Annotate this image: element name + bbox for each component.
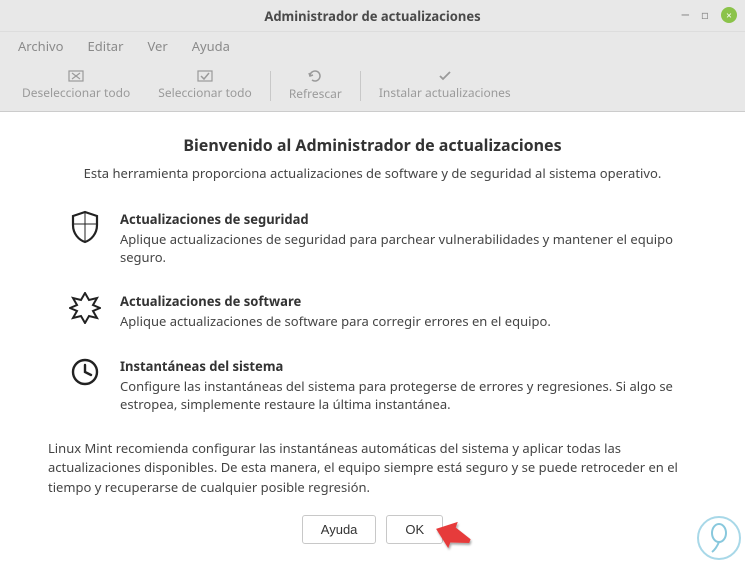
minimize-icon[interactable]: ─ <box>682 6 689 23</box>
help-button[interactable]: Ayuda <box>302 515 377 544</box>
install-updates-button[interactable]: Instalar actualizaciones <box>365 66 525 105</box>
toolbar-separator <box>360 71 361 101</box>
feature-desc: Configure las instantáneas del sistema p… <box>120 377 697 413</box>
feature-software: Actualizaciones de software Aplique actu… <box>48 292 697 330</box>
clock-icon <box>68 357 102 391</box>
dialog-buttons: Ayuda OK <box>48 515 697 544</box>
install-icon <box>437 70 453 82</box>
window-controls: ─ ▫ × <box>682 6 737 23</box>
select-all-button[interactable]: Seleccionar todo <box>144 66 266 105</box>
feature-title: Instantáneas del sistema <box>120 357 697 375</box>
menu-edit[interactable]: Editar <box>78 34 134 58</box>
menu-view[interactable]: Ver <box>137 34 177 58</box>
toolbar-label: Refrescar <box>289 85 342 102</box>
window-title: Administrador de actualizaciones <box>264 7 480 25</box>
feature-title: Actualizaciones de software <box>120 292 697 310</box>
feature-desc: Aplique actualizaciones de seguridad par… <box>120 230 697 266</box>
watermark-logo-icon <box>697 516 741 560</box>
footer-note: Linux Mint recomienda configurar las ins… <box>48 439 697 498</box>
welcome-subtitle: Esta herramienta proporciona actualizaci… <box>48 164 697 182</box>
starburst-icon <box>68 292 102 326</box>
refresh-icon <box>307 69 323 83</box>
refresh-button[interactable]: Refrescar <box>275 65 356 106</box>
ok-button[interactable]: OK <box>386 515 443 544</box>
close-icon[interactable]: × <box>721 7 737 23</box>
welcome-title: Bienvenido al Administrador de actualiza… <box>48 134 697 156</box>
maximize-icon[interactable]: ▫ <box>701 6 709 23</box>
feature-snapshots: Instantáneas del sistema Configure las i… <box>48 357 697 413</box>
deselect-icon <box>68 70 84 82</box>
toolbar: Deseleccionar todo Seleccionar todo Refr… <box>0 60 745 112</box>
select-icon <box>197 70 213 82</box>
toolbar-label: Deseleccionar todo <box>22 84 130 101</box>
menu-file[interactable]: Archivo <box>8 34 74 58</box>
deselect-all-button[interactable]: Deseleccionar todo <box>8 66 144 105</box>
toolbar-label: Instalar actualizaciones <box>379 84 511 101</box>
feature-title: Actualizaciones de seguridad <box>120 210 697 228</box>
toolbar-separator <box>270 71 271 101</box>
titlebar: Administrador de actualizaciones ─ ▫ × <box>0 0 745 32</box>
feature-desc: Aplique actualizaciones de software para… <box>120 312 697 330</box>
toolbar-label: Seleccionar todo <box>158 84 252 101</box>
menubar: Archivo Editar Ver Ayuda <box>0 32 745 60</box>
welcome-panel: Bienvenido al Administrador de actualiza… <box>0 112 745 562</box>
menu-help[interactable]: Ayuda <box>182 34 240 58</box>
feature-security: Actualizaciones de seguridad Aplique act… <box>48 210 697 266</box>
shield-icon <box>68 210 102 244</box>
